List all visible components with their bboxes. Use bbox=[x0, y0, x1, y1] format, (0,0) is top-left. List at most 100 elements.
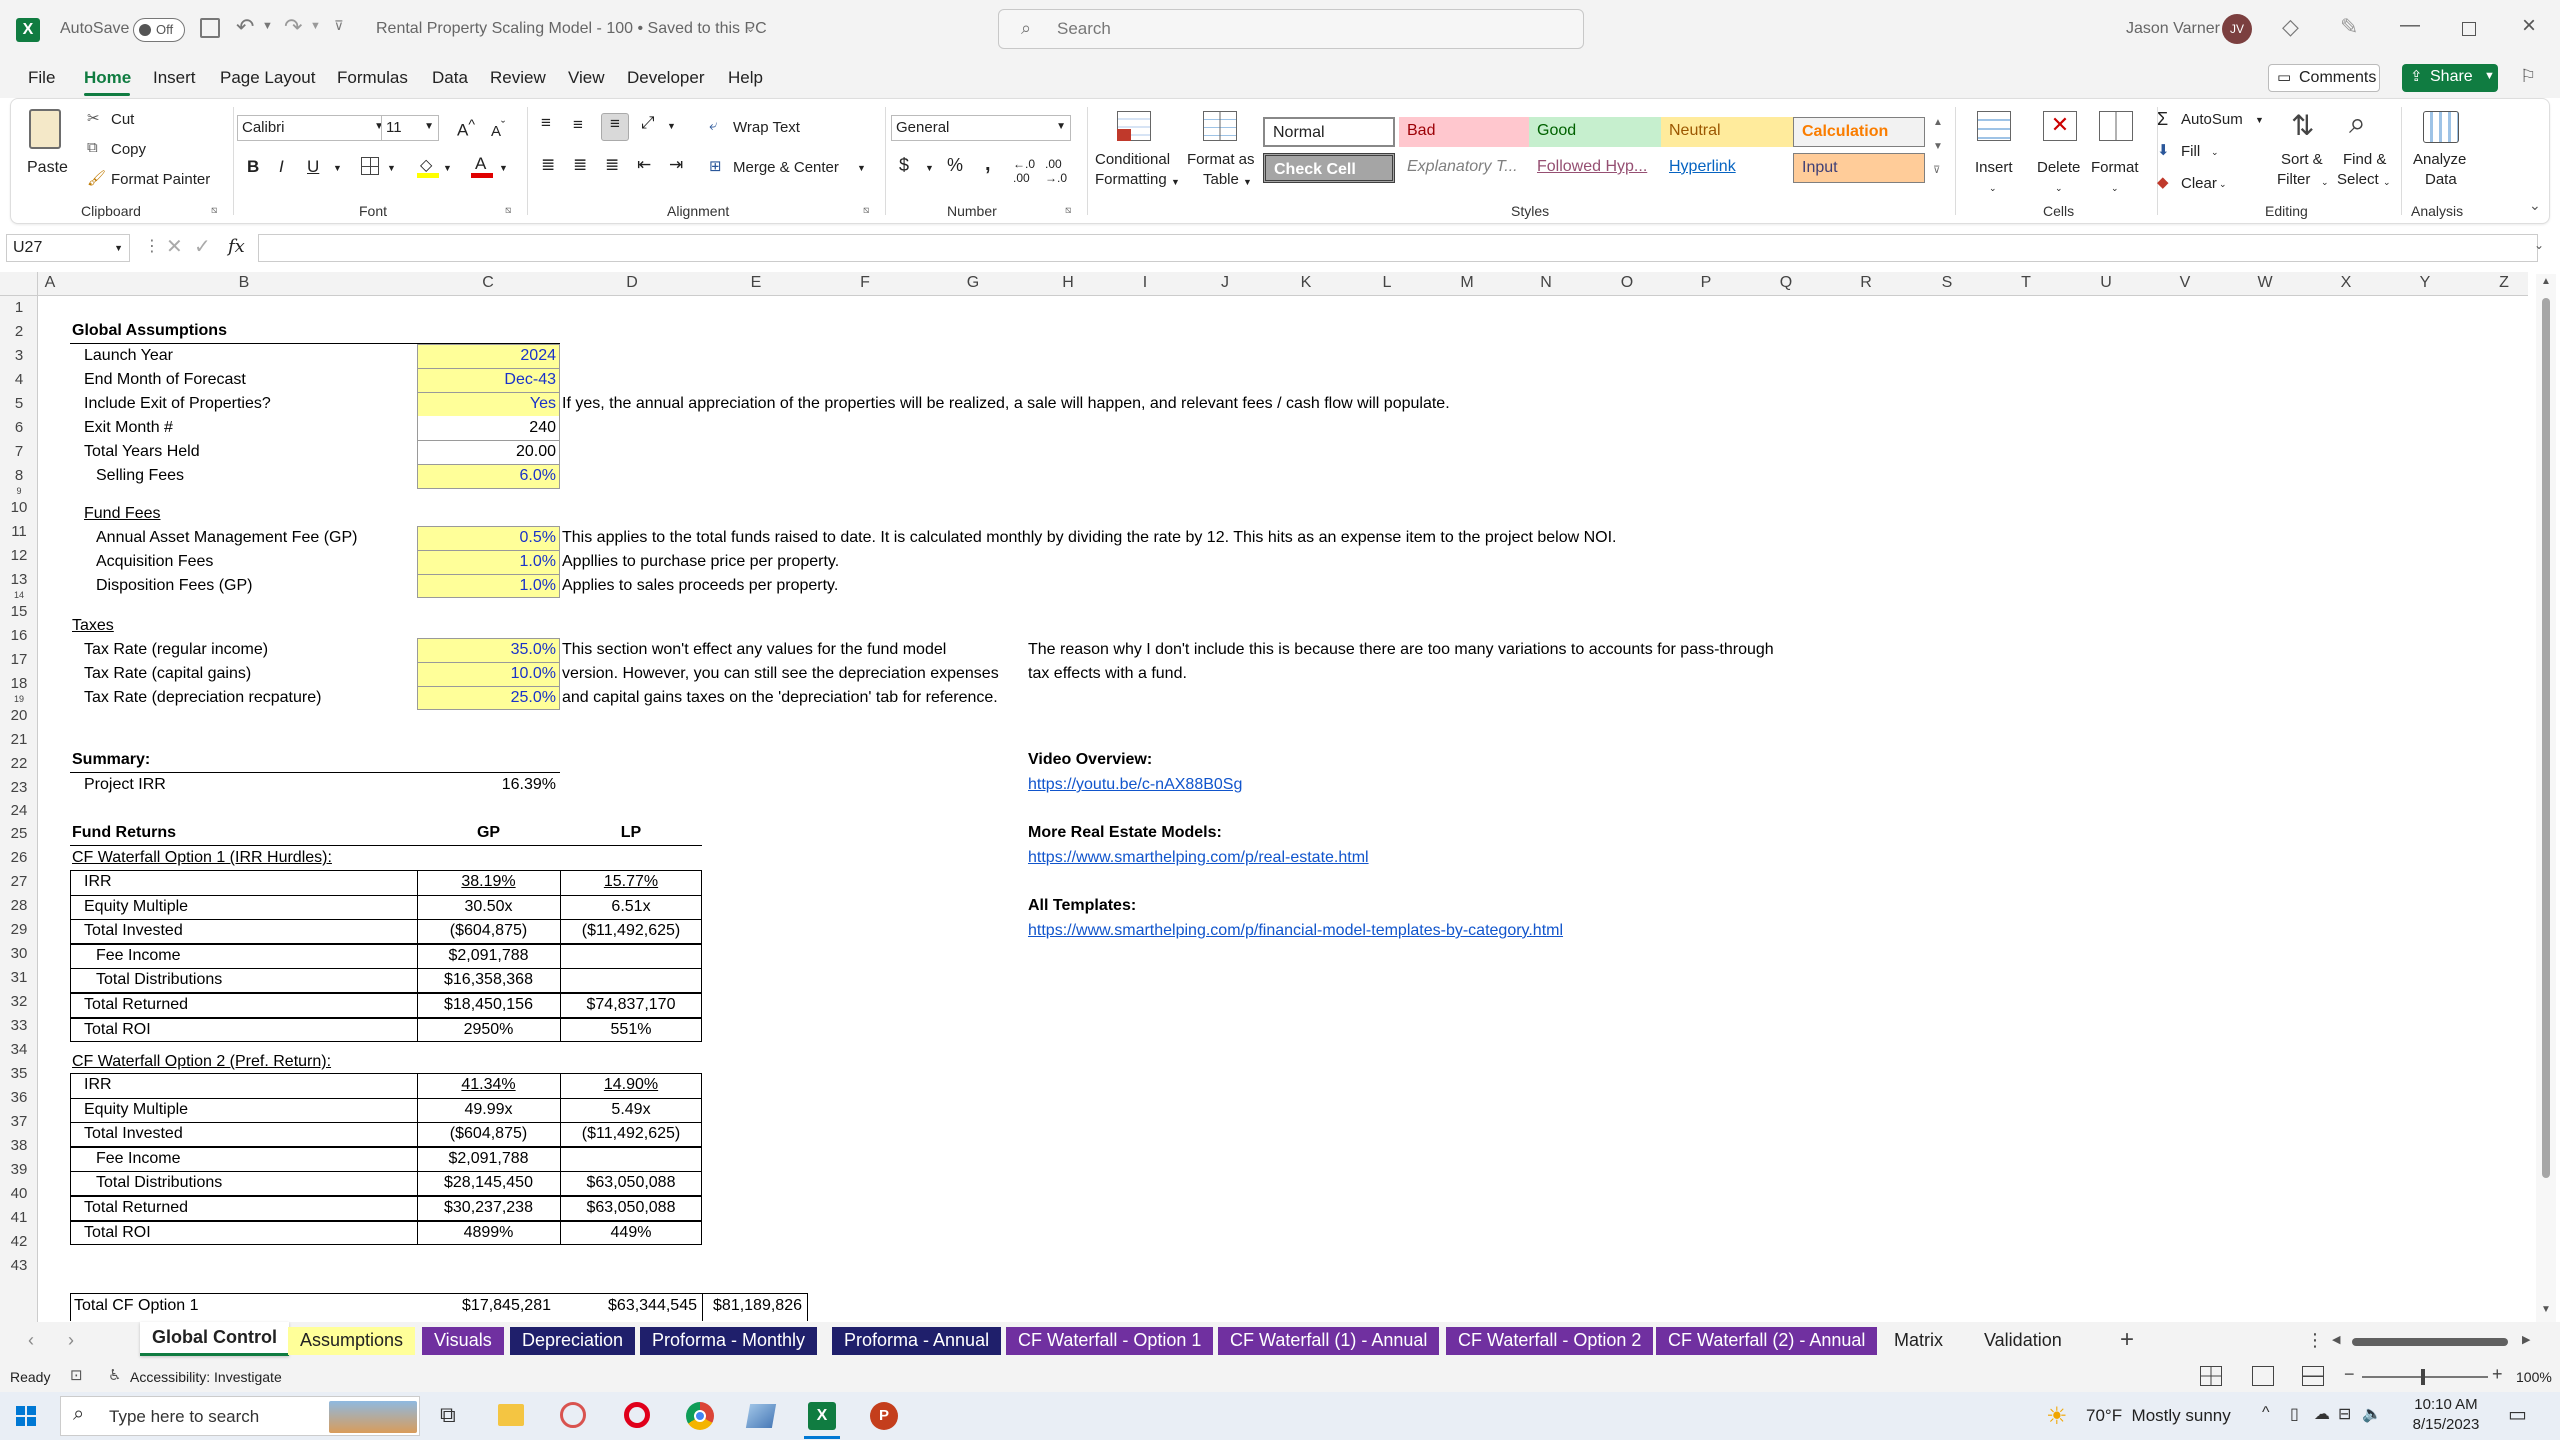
table-cell-lp[interactable]: $63,050,088 bbox=[560, 1173, 702, 1193]
table-cell-gp[interactable]: $30,237,238 bbox=[417, 1198, 560, 1218]
h-scroll-right-icon[interactable]: ▶ bbox=[2522, 1333, 2530, 1346]
launch-year-value[interactable]: 2024 bbox=[417, 346, 556, 366]
table-cell-lp[interactable]: 5.49x bbox=[560, 1100, 702, 1120]
tab-depreciation[interactable]: Depreciation bbox=[510, 1327, 636, 1355]
tax-depreciation-value[interactable]: 25.0% bbox=[417, 688, 556, 708]
project-irr-value[interactable]: 16.39% bbox=[417, 775, 556, 795]
scroll-up-icon[interactable]: ▲ bbox=[2541, 276, 2551, 287]
clock-time[interactable]: 10:10 AM bbox=[2406, 1396, 2486, 1413]
cloud-icon[interactable]: ☁ bbox=[2314, 1404, 2330, 1424]
table-cell-gp[interactable]: 38.19% bbox=[417, 872, 560, 892]
exit-month-value[interactable]: 240 bbox=[417, 418, 556, 438]
table-cell-gp[interactable]: $18,450,156 bbox=[417, 995, 560, 1015]
normal-view-icon[interactable] bbox=[2200, 1366, 2222, 1386]
table-cell-gp[interactable]: ($604,875) bbox=[417, 921, 560, 941]
table-cell-gp[interactable]: $2,091,788 bbox=[417, 946, 560, 966]
vertical-scrollbar[interactable]: ▲ ▼ bbox=[2536, 274, 2556, 1322]
windows-start-icon[interactable] bbox=[16, 1406, 36, 1426]
tab-options-icon[interactable]: ⋮ bbox=[2306, 1330, 2324, 1351]
worksheet-grid[interactable]: Global Assumptions Launch Year 2024 End … bbox=[0, 0, 2520, 1322]
zoom-slider-thumb[interactable] bbox=[2421, 1369, 2425, 1385]
table-cell-lp[interactable]: 449% bbox=[560, 1223, 702, 1243]
accessibility-status[interactable]: Accessibility: Investigate bbox=[130, 1369, 282, 1385]
total-option1-all[interactable]: $81,189,826 bbox=[702, 1296, 802, 1316]
table-cell-lp[interactable]: 6.51x bbox=[560, 897, 702, 917]
tray-chevron-icon[interactable]: ^ bbox=[2262, 1404, 2270, 1422]
disposition-value[interactable]: 1.0% bbox=[417, 576, 556, 596]
task-view-icon[interactable]: ⧉ bbox=[440, 1402, 456, 1428]
horizontal-scrollbar[interactable]: ◀ ▶ bbox=[2332, 1332, 2538, 1352]
tab-cf-waterfall-1-annual[interactable]: CF Waterfall (1) - Annual bbox=[1218, 1327, 1440, 1355]
file-explorer-icon[interactable] bbox=[498, 1404, 524, 1426]
table-cell-lp[interactable]: ($11,492,625) bbox=[560, 921, 702, 941]
tab-cf-waterfall-option-2[interactable]: CF Waterfall - Option 2 bbox=[1446, 1327, 1654, 1355]
tab-global-control[interactable]: Global Control bbox=[140, 1322, 289, 1356]
snipping-tool-icon[interactable] bbox=[560, 1402, 586, 1428]
end-month-value[interactable]: Dec-43 bbox=[417, 370, 556, 390]
table-cell-gp[interactable]: ($604,875) bbox=[417, 1124, 560, 1144]
total-option1-lp[interactable]: $63,344,545 bbox=[560, 1296, 697, 1316]
exit-value[interactable]: Yes bbox=[417, 394, 556, 414]
excel-taskbar-icon[interactable]: X bbox=[808, 1402, 836, 1430]
zoom-in-icon[interactable]: + bbox=[2492, 1364, 2503, 1385]
zoom-level[interactable]: 100% bbox=[2516, 1369, 2552, 1385]
macro-record-icon[interactable]: ⊡ bbox=[70, 1366, 83, 1384]
table-cell-gp[interactable]: 49.99x bbox=[417, 1100, 560, 1120]
network-icon[interactable]: ⊟ bbox=[2338, 1404, 2351, 1424]
scroll-down-icon[interactable]: ▼ bbox=[2541, 1304, 2551, 1315]
chrome-icon[interactable] bbox=[686, 1402, 714, 1430]
page-layout-view-icon[interactable] bbox=[2252, 1366, 2274, 1386]
app-icon[interactable] bbox=[745, 1404, 777, 1428]
table-cell-lp[interactable]: $74,837,170 bbox=[560, 995, 702, 1015]
table-cell-lp[interactable]: 15.77% bbox=[560, 872, 702, 892]
feedback-icon[interactable]: ⚐ bbox=[2520, 66, 2536, 87]
table-cell-lp[interactable]: 551% bbox=[560, 1020, 702, 1040]
table-cell-gp[interactable]: $28,145,450 bbox=[417, 1173, 560, 1193]
total-option1-gp[interactable]: $17,845,281 bbox=[417, 1296, 551, 1316]
opera-icon[interactable] bbox=[624, 1402, 650, 1428]
tab-validation[interactable]: Validation bbox=[1972, 1327, 2074, 1355]
tab-cf-waterfall-option-1[interactable]: CF Waterfall - Option 1 bbox=[1006, 1327, 1214, 1355]
table-cell-gp[interactable]: 30.50x bbox=[417, 897, 560, 917]
volume-icon[interactable]: 🔈 bbox=[2362, 1404, 2382, 1424]
tab-assumptions[interactable]: Assumptions bbox=[288, 1327, 416, 1355]
table-cell-lp[interactable]: 14.90% bbox=[560, 1075, 702, 1095]
years-held-value[interactable]: 20.00 bbox=[417, 442, 556, 462]
horizontal-scroll-thumb[interactable] bbox=[2352, 1338, 2508, 1346]
powerpoint-icon[interactable]: P bbox=[870, 1402, 898, 1430]
selling-fees-value[interactable]: 6.0% bbox=[417, 466, 556, 486]
tray-icon[interactable]: ▯ bbox=[2290, 1404, 2299, 1424]
table-cell-lp[interactable]: $63,050,088 bbox=[560, 1198, 702, 1218]
page-break-view-icon[interactable] bbox=[2302, 1366, 2324, 1386]
add-sheet-icon[interactable]: + bbox=[2120, 1326, 2134, 1354]
collapse-ribbon-icon[interactable]: ⌄ bbox=[2529, 197, 2541, 214]
tax-regular-value[interactable]: 35.0% bbox=[417, 640, 556, 660]
weather-text[interactable]: 70°F Mostly sunny bbox=[2086, 1406, 2231, 1426]
close-icon[interactable]: × bbox=[2522, 12, 2536, 40]
acquisition-value[interactable]: 1.0% bbox=[417, 552, 556, 572]
all-templates-link[interactable]: https://www.smarthelping.com/p/financial… bbox=[1028, 921, 1563, 941]
table-cell-gp[interactable]: 4899% bbox=[417, 1223, 560, 1243]
table-cell-gp[interactable]: 41.34% bbox=[417, 1075, 560, 1095]
zoom-slider[interactable] bbox=[2362, 1369, 2488, 1385]
zoom-out-icon[interactable]: − bbox=[2344, 1364, 2355, 1385]
tab-scroll-right-icon[interactable]: › bbox=[68, 1330, 74, 1351]
table-cell-gp[interactable]: $16,358,368 bbox=[417, 970, 560, 990]
vertical-scroll-thumb[interactable] bbox=[2542, 298, 2550, 1178]
taskbar-search-box[interactable]: ⌕ Type here to search bbox=[60, 1396, 420, 1436]
video-overview-link[interactable]: https://youtu.be/c-nAX88B0Sg bbox=[1028, 775, 1242, 795]
amf-value[interactable]: 0.5% bbox=[417, 528, 556, 548]
h-scroll-left-icon[interactable]: ◀ bbox=[2332, 1333, 2340, 1346]
tax-capital-gains-value[interactable]: 10.0% bbox=[417, 664, 556, 684]
table-cell-gp[interactable]: 2950% bbox=[417, 1020, 560, 1040]
tab-proforma-monthly[interactable]: Proforma - Monthly bbox=[640, 1327, 818, 1355]
tab-matrix[interactable]: Matrix bbox=[1882, 1327, 1955, 1355]
tab-proforma-annual[interactable]: Proforma - Annual bbox=[832, 1327, 1002, 1355]
tab-cf-waterfall-2-annual[interactable]: CF Waterfall (2) - Annual bbox=[1656, 1327, 1878, 1355]
expand-formula-bar-icon[interactable]: ⌄ bbox=[2534, 238, 2544, 252]
tab-scroll-left-icon[interactable]: ‹ bbox=[28, 1330, 34, 1351]
notification-icon[interactable]: ▭ bbox=[2508, 1402, 2527, 1427]
clock-date[interactable]: 8/15/2023 bbox=[2406, 1416, 2486, 1433]
table-cell-gp[interactable]: $2,091,788 bbox=[417, 1149, 560, 1169]
more-models-link[interactable]: https://www.smarthelping.com/p/real-esta… bbox=[1028, 848, 1369, 868]
